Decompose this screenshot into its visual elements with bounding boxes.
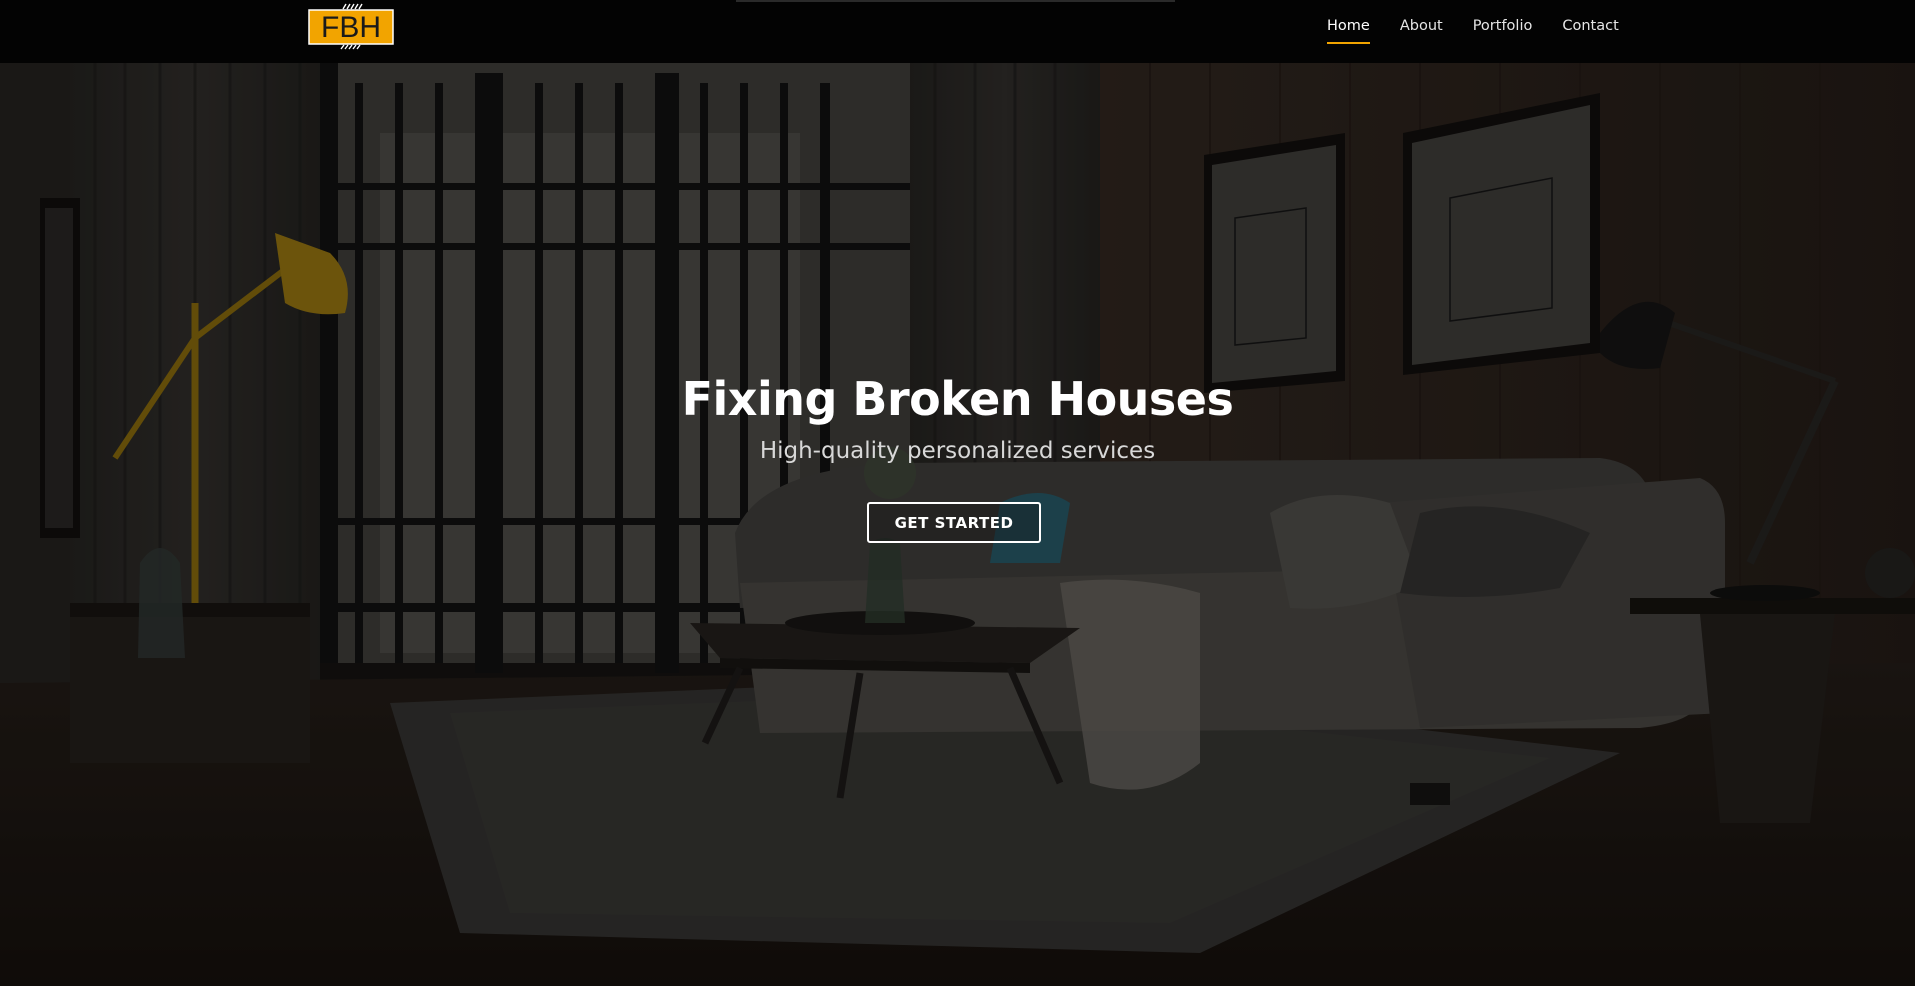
top-navbar: FBH Home About Portfolio Contact: [0, 0, 1915, 63]
navbar-top-divider: [736, 0, 1175, 2]
hero-subtitle: High-quality personalized services: [759, 438, 1156, 464]
get-started-button[interactable]: GET STARTED: [867, 502, 1041, 543]
nav-link-home[interactable]: Home: [1327, 0, 1370, 52]
brand-logo[interactable]: FBH: [308, 2, 394, 50]
main-nav: Home About Portfolio Contact: [1327, 0, 1649, 52]
nav-link-about[interactable]: About: [1400, 0, 1443, 52]
fbh-logo-icon: FBH: [308, 3, 394, 50]
nav-link-portfolio[interactable]: Portfolio: [1473, 0, 1533, 52]
logo-text: FBH: [321, 11, 381, 44]
hero-title: Fixing Broken Houses: [681, 372, 1234, 426]
nav-link-contact[interactable]: Contact: [1562, 0, 1618, 52]
